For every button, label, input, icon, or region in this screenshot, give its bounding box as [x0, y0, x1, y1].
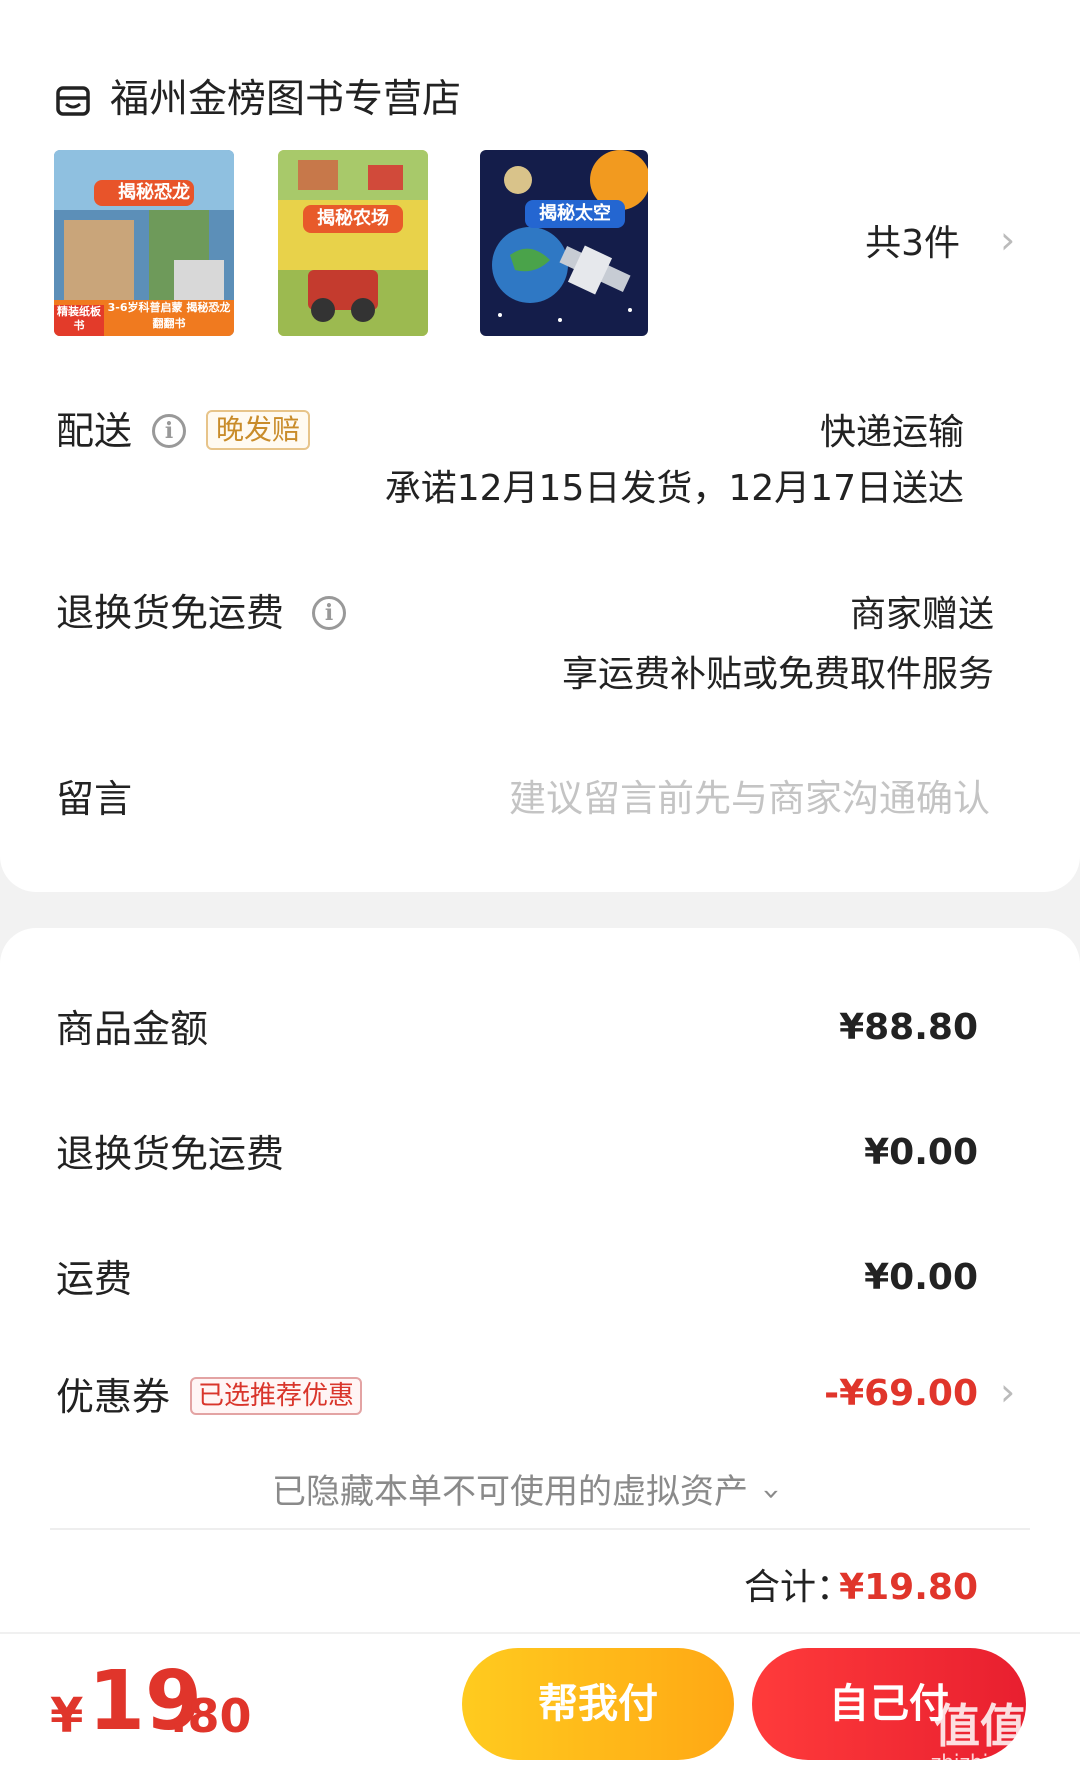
watermark-url: zhizhizhi.com	[930, 1750, 1066, 1774]
shipping-fee-label: 运费	[56, 1257, 133, 1301]
chevron-down-icon: ›	[753, 1488, 789, 1500]
goods-amount-value: ¥88.80	[839, 1007, 978, 1048]
return-fee-label: 退换货免运费	[56, 1132, 285, 1176]
chevron-right-icon[interactable]: ›	[1000, 1370, 1015, 1414]
return-shipping-provider: 商家赠送	[849, 594, 994, 635]
product-thumbnail-space[interactable]: 揭秘太空	[480, 150, 648, 336]
watermark-logo: 值值值	[934, 1699, 1072, 1753]
product-thumbnail-farm[interactable]: 揭秘农场	[278, 150, 428, 336]
total-value: ¥19.80	[839, 1567, 978, 1608]
product-count[interactable]: 共3件	[865, 222, 960, 266]
info-icon[interactable]: i	[152, 414, 186, 448]
store-icon	[56, 86, 90, 116]
book-title-space: 揭秘太空	[539, 203, 611, 224]
store-name[interactable]: 福州金榜图书专营店	[110, 76, 461, 124]
hidden-assets-toggle[interactable]: 已隐藏本单不可使用的虚拟资产 ›	[272, 1470, 789, 1516]
coupon-value[interactable]: -¥69.00	[824, 1372, 978, 1416]
product-thumbnail-dinosaur[interactable]: 揭秘恐龙 3-6岁科普启蒙 揭秘恐龙翻翻书 精装纸板书	[54, 150, 234, 336]
delivery-label: 配送	[56, 409, 133, 453]
coupon-label: 优惠券	[56, 1375, 171, 1419]
return-shipping-desc: 享运费补贴或免费取件服务	[561, 654, 994, 695]
delivery-promise: 承诺12月15日发货，12月17日送达	[384, 468, 964, 509]
book-title-dinosaur: 揭秘恐龙	[118, 182, 190, 203]
chevron-right-icon[interactable]: ›	[1000, 218, 1015, 262]
info-icon[interactable]: i	[312, 596, 346, 630]
shipping-fee-value: ¥0.00	[864, 1257, 978, 1298]
late-compensation-tag: 晚发赔	[206, 410, 311, 450]
book-subtitle-dinosaur: 3-6岁科普启蒙 揭秘恐龙翻翻书	[107, 301, 231, 330]
divider	[50, 1528, 1030, 1530]
help-pay-button[interactable]: 帮我付	[462, 1648, 734, 1760]
return-shipping-label: 退换货免运费	[56, 591, 285, 635]
hidden-assets-text: 已隐藏本单不可使用的虚拟资产	[272, 1472, 748, 1512]
book-badge-dinosaur: 精装纸板书	[57, 305, 101, 332]
goods-amount-label: 商品金额	[56, 1007, 209, 1051]
message-label: 留言	[56, 777, 133, 821]
pay-currency-symbol: ¥	[50, 1688, 84, 1744]
pay-amount-decimal: .80	[170, 1689, 252, 1743]
return-fee-value: ¥0.00	[864, 1132, 978, 1173]
coupon-recommended-tag: 已选推荐优惠	[190, 1377, 363, 1415]
message-input[interactable]: 建议留言前先与商家沟通确认	[509, 776, 990, 822]
book-title-farm: 揭秘农场	[317, 208, 389, 229]
delivery-method[interactable]: 快递运输	[820, 410, 964, 456]
total-label: 合计：	[744, 1567, 853, 1608]
